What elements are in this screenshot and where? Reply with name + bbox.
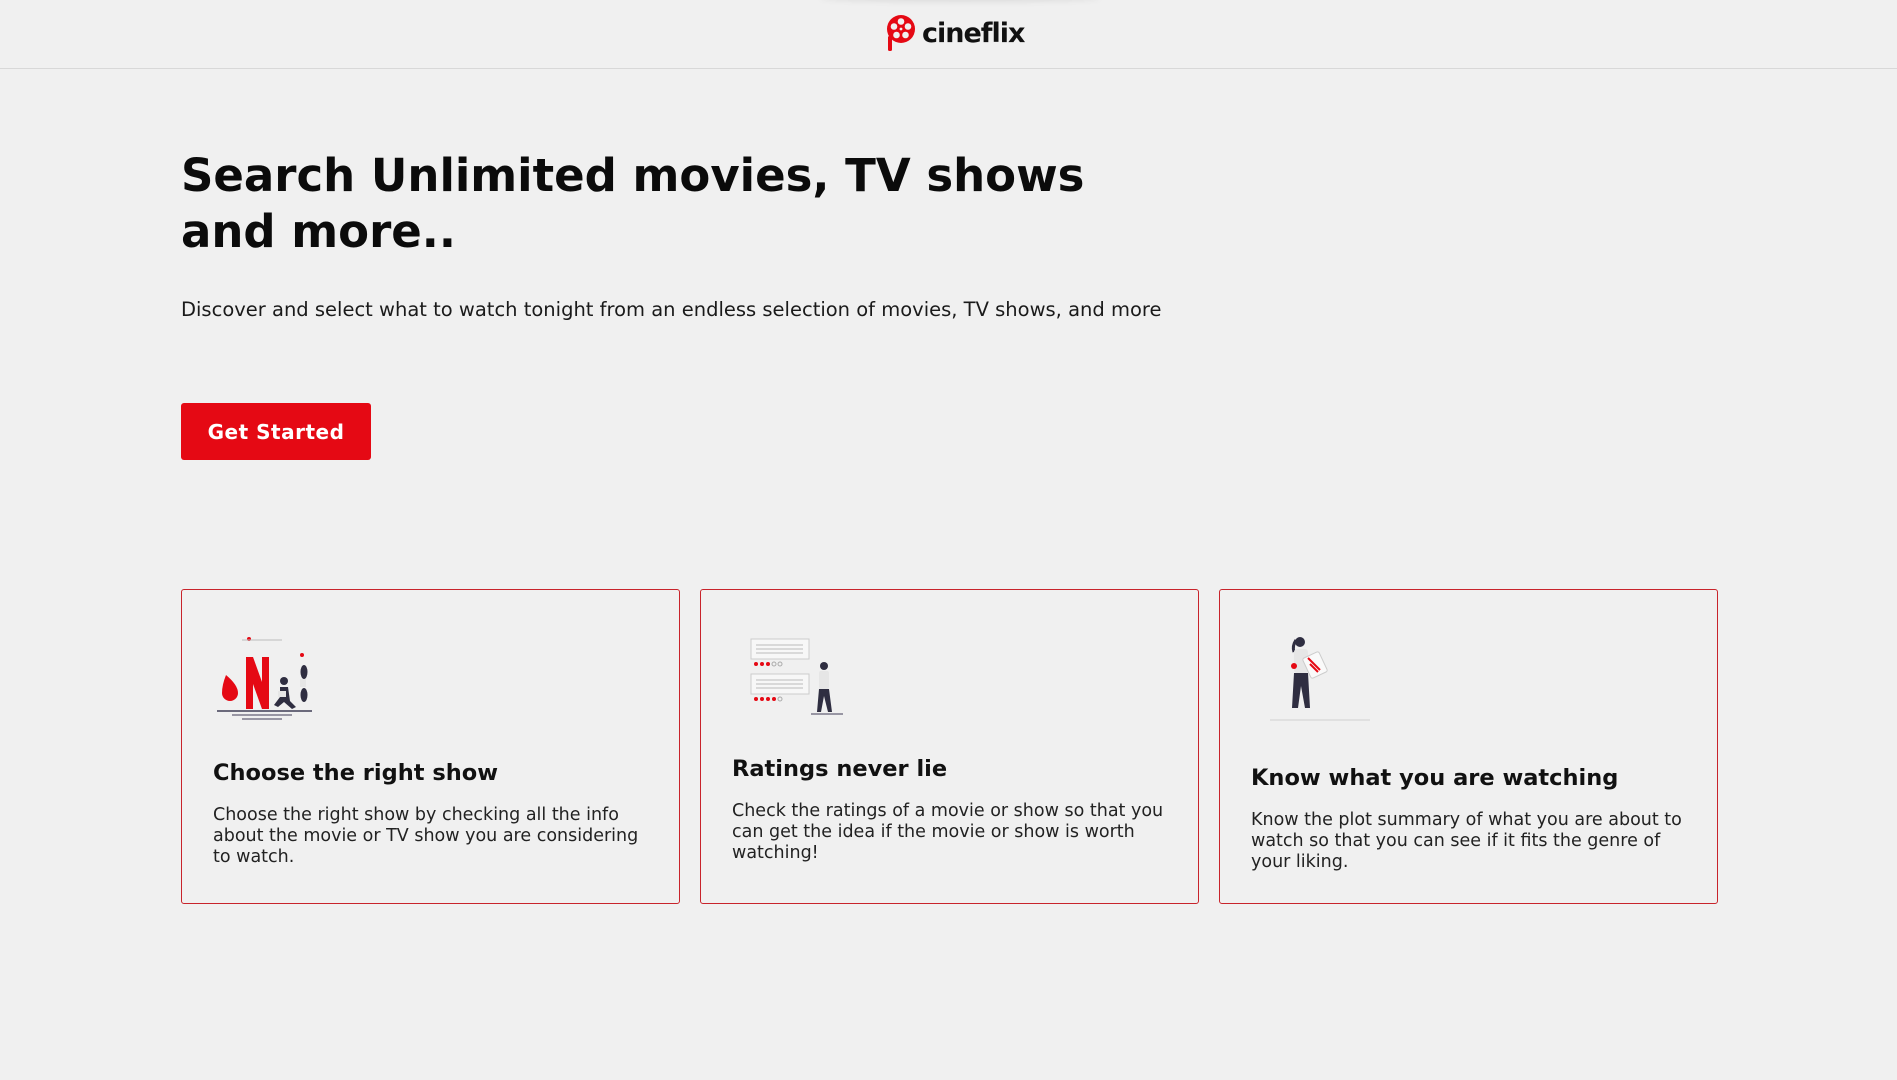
get-started-button[interactable]: Get Started <box>181 403 371 460</box>
hero-subtitle: Discover and select what to watch tonigh… <box>181 298 1162 321</box>
feature-title: Ratings never lie <box>732 756 948 782</box>
feature-card-ratings: Ratings never lie Check the ratings of a… <box>700 589 1199 904</box>
feature-card-choose-show: Choose the right show Choose the right s… <box>181 589 680 904</box>
feature-description: Choose the right show by checking all th… <box>213 805 639 867</box>
hero-title: Search Unlimited movies, TV shows and mo… <box>181 149 1085 258</box>
feature-description: Know the plot summary of what you are ab… <box>1251 810 1682 872</box>
plot-summary-illustration-icon <box>1270 637 1370 721</box>
feature-title: Choose the right show <box>213 760 498 786</box>
top-navbar: cineflix <box>0 0 1897 69</box>
film-reel-icon <box>887 15 915 51</box>
feature-card-plot-summary: Know what you are watching Know the plot… <box>1219 589 1718 904</box>
brand-name: cineflix <box>922 17 1025 49</box>
brand-logo[interactable]: cineflix <box>886 14 1025 52</box>
navbar-shadow <box>820 0 1100 2</box>
feature-title: Know what you are watching <box>1251 765 1619 791</box>
streaming-illustration-icon <box>217 637 312 720</box>
feature-description: Check the ratings of a movie or show so … <box>732 801 1164 863</box>
ratings-illustration-icon <box>750 638 843 715</box>
